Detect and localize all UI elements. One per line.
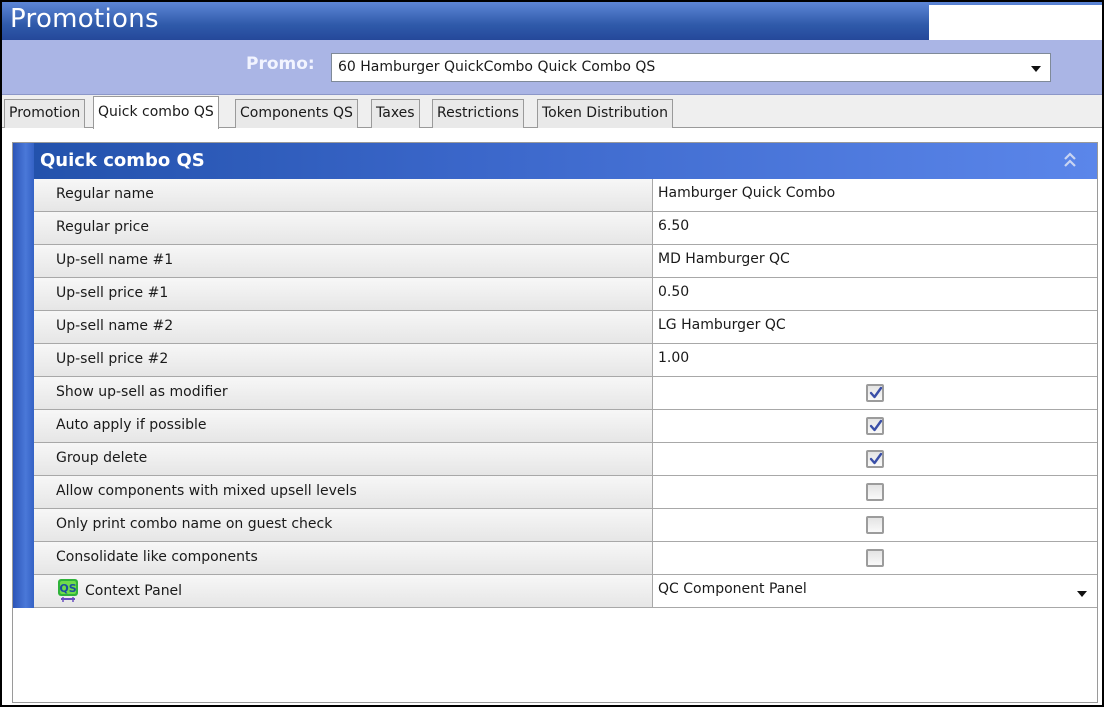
consolidate-like-components-checkbox[interactable] [866,549,884,567]
row-label-cell: Show up-sell as modifier [34,377,653,409]
row-value-cell [654,542,1097,574]
row-value: 1.00 [658,350,690,366]
row-value: MD Hamburger QC [658,251,790,267]
regular-name-field[interactable]: Hamburger Quick Combo [654,179,1097,211]
upsell-name-2-field[interactable]: LG Hamburger QC [654,311,1097,343]
tab-taxes[interactable]: Taxes [371,99,420,128]
row-value: QC Component Panel [658,581,807,597]
row-label-cell: Up-sell name #2 [34,311,653,343]
row-value-cell [654,377,1097,409]
dropdown-arrow-icon[interactable] [1077,591,1087,597]
row-show-upsell-as-modifier: Show up-sell as modifier [34,377,1097,410]
row-label-cell: Consolidate like components [34,542,653,574]
row-only-print-combo-name: Only print combo name on guest check [34,509,1097,542]
allow-mixed-upsell-checkbox[interactable] [866,483,884,501]
row-label-cell: Up-sell price #1 [34,278,653,310]
row-label-cell: Regular price [34,212,653,244]
row-label: Regular price [56,219,149,235]
upsell-name-1-field[interactable]: MD Hamburger QC [654,245,1097,277]
auto-apply-checkbox[interactable] [866,417,884,435]
row-value: LG Hamburger QC [658,317,786,333]
tab-content: Quick combo QS Regular name Hamburger Qu… [2,128,1102,705]
row-value: 6.50 [658,218,690,234]
row-label-cell: Regular name [34,179,653,211]
tab-restrictions[interactable]: Restrictions [432,99,524,128]
row-label: Only print combo name on guest check [56,516,333,532]
context-panel-select[interactable]: QC Component Panel [654,575,1097,607]
row-label: Group delete [56,450,148,466]
section-title: Quick combo QS [40,150,205,171]
promo-label: Promo: [246,54,315,74]
row-label: Auto apply if possible [56,417,207,433]
row-label-cell: QS Context Panel [34,575,653,607]
checkmark-icon [869,419,883,432]
row-value: 0.50 [658,284,690,300]
tab-promotion[interactable]: Promotion [4,99,86,128]
tab-components-qs[interactable]: Components QS [235,99,358,128]
checkmark-icon [869,452,883,465]
row-regular-price: Regular price 6.50 [34,212,1097,245]
row-label-cell: Up-sell price #2 [34,344,653,376]
row-label-cell: Group delete [34,443,653,475]
row-label-cell: Auto apply if possible [34,410,653,442]
title-bar: Promotions [2,2,1102,40]
row-label-cell: Allow components with mixed upsell level… [34,476,653,508]
row-value-cell [654,476,1097,508]
checkmark-icon [869,386,883,399]
row-label: Up-sell name #2 [56,318,174,334]
section-stripe [13,143,34,608]
row-upsell-price-1: Up-sell price #1 0.50 [34,278,1097,311]
row-upsell-price-2: Up-sell price #2 1.00 [34,344,1097,377]
dropdown-arrow-icon[interactable] [1031,66,1041,72]
promo-select[interactable]: 60 Hamburger QuickCombo Quick Combo QS [331,53,1051,82]
row-label-cell: Only print combo name on guest check [34,509,653,541]
tab-quick-combo-qs[interactable]: Quick combo QS [93,96,219,129]
row-auto-apply: Auto apply if possible [34,410,1097,443]
row-label: Allow components with mixed upsell level… [56,483,357,499]
row-label: Up-sell price #1 [56,285,169,301]
row-upsell-name-1: Up-sell name #1 MD Hamburger QC [34,245,1097,278]
row-label: Up-sell price #2 [56,351,169,367]
row-label: Consolidate like components [56,549,258,565]
properties-panel: Quick combo QS Regular name Hamburger Qu… [12,142,1098,703]
section-header[interactable]: Quick combo QS [34,143,1097,179]
promo-bar: Promo: 60 Hamburger QuickCombo Quick Com… [2,40,1102,95]
row-allow-mixed-upsell: Allow components with mixed upsell level… [34,476,1097,509]
property-grid: Regular name Hamburger Quick Combo Regul… [34,179,1097,608]
row-label: Context Panel [85,583,183,599]
qs-icon: QS [58,579,78,602]
row-value-cell [654,443,1097,475]
row-group-delete: Group delete [34,443,1097,476]
regular-price-field[interactable]: 6.50 [654,212,1097,244]
group-delete-checkbox[interactable] [866,450,884,468]
only-print-combo-name-checkbox[interactable] [866,516,884,534]
row-context-panel: QS Context Panel QC Component Panel [34,575,1097,608]
upsell-price-1-field[interactable]: 0.50 [654,278,1097,310]
title-bar-blank-area [929,5,1102,40]
show-upsell-as-modifier-checkbox[interactable] [866,384,884,402]
upsell-price-2-field[interactable]: 1.00 [654,344,1097,376]
window-title: Promotions [10,4,159,34]
row-label: Show up-sell as modifier [56,384,228,400]
tab-token-distribution[interactable]: Token Distribution [537,99,673,128]
svg-text:QS: QS [59,582,76,595]
row-consolidate-like-components: Consolidate like components [34,542,1097,575]
row-value: Hamburger Quick Combo [658,185,836,201]
row-label-cell: Up-sell name #1 [34,245,653,277]
row-label: Regular name [56,186,154,202]
row-value-cell [654,509,1097,541]
row-upsell-name-2: Up-sell name #2 LG Hamburger QC [34,311,1097,344]
tab-bar: Promotion Quick combo QS Components QS T… [2,95,1102,129]
row-label: Up-sell name #1 [56,252,174,268]
promotions-window: Promotions Promo: 60 Hamburger QuickComb… [2,2,1102,705]
double-chevron-up-icon[interactable] [1063,151,1077,169]
promo-select-value: 60 Hamburger QuickCombo Quick Combo QS [338,59,656,75]
row-regular-name: Regular name Hamburger Quick Combo [34,179,1097,212]
row-value-cell [654,410,1097,442]
